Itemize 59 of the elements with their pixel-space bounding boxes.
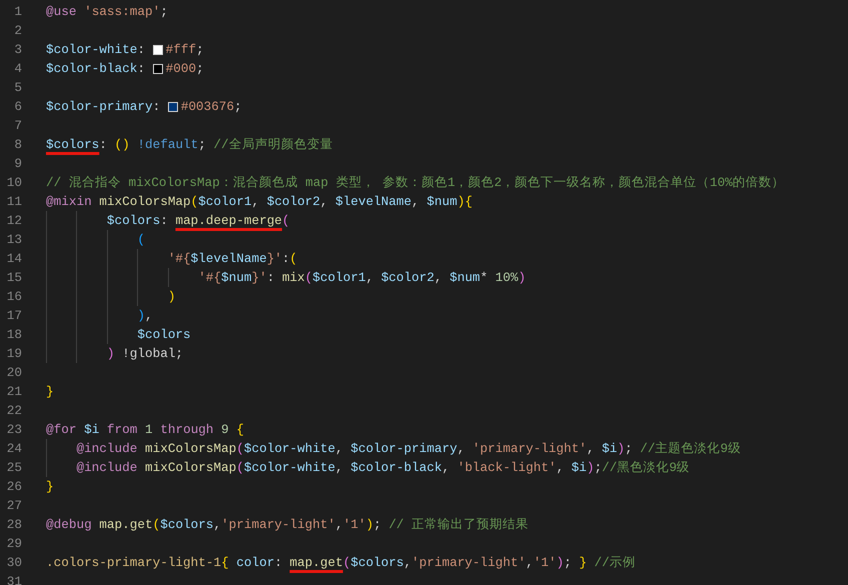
line-number: 27 xyxy=(6,498,22,513)
line-number: 17 xyxy=(6,308,22,323)
code-line: '#{$levelName}':( xyxy=(166,251,298,266)
code-line: ) xyxy=(166,289,176,304)
line-number: 6 xyxy=(13,99,22,114)
code-line: #000; xyxy=(166,61,204,76)
line-number: 22 xyxy=(6,403,22,418)
line-number: 5 xyxy=(13,80,22,95)
code-line: $colors: map.deep-merge( xyxy=(106,213,290,228)
line-number: 9 xyxy=(13,156,22,171)
line-number: 30 xyxy=(6,555,22,570)
code-line: @include mixColorsMap($color-white, $color-black, 'black-light', $i);//黑色淡化9级 xyxy=(75,459,690,476)
line-number: 15 xyxy=(6,270,22,285)
line-number: 7 xyxy=(13,118,22,133)
line-number: 10 xyxy=(6,175,22,190)
line-number: 25 xyxy=(6,460,22,475)
line-number: 14 xyxy=(6,251,22,266)
code-line: $color-primary: xyxy=(46,99,162,114)
line-number: 26 xyxy=(6,479,22,494)
code-line: $colors xyxy=(136,327,191,342)
line-number: 24 xyxy=(6,441,22,456)
line-number: 18 xyxy=(6,327,22,342)
line-number: 20 xyxy=(6,365,22,380)
line-number: 28 xyxy=(6,517,22,532)
line-number: 8 xyxy=(13,137,22,152)
line-number: 2 xyxy=(13,23,22,38)
code-line: @use 'sass:map'; xyxy=(46,4,168,19)
code-line: #fff; xyxy=(166,42,204,57)
code-line: } xyxy=(46,384,54,399)
line-number: 11 xyxy=(6,194,22,209)
code-line: ), xyxy=(136,308,153,323)
code-line: } xyxy=(46,479,54,494)
color-swatch-icon[interactable] xyxy=(168,102,178,112)
code-line: '#{$num}': mix($color1, $color2, $num* 10%) xyxy=(197,270,526,285)
code-line: ( xyxy=(136,232,145,247)
code-line: @mixin mixColorsMap($color1, $color2, $levelName, $num){ xyxy=(46,194,472,209)
line-number: 4 xyxy=(13,61,22,76)
color-swatch-icon[interactable] xyxy=(152,64,163,74)
code-line: $color-black: xyxy=(46,61,146,76)
code-line: @include mixColorsMap($color-white, $color-primary, 'primary-light', $i); //主题色淡化9级 xyxy=(75,440,741,457)
code-line: ) !global; xyxy=(106,346,184,361)
line-number: 3 xyxy=(13,42,22,57)
code-line: #003676; xyxy=(180,99,242,114)
code-line: .colors-primary-light-1{ color: map.get($colors,'primary-light','1'); } //示例 xyxy=(46,554,636,571)
line-number: 1 xyxy=(13,4,22,19)
color-swatch-icon[interactable] xyxy=(152,44,163,54)
code-line: $color-white: xyxy=(46,42,146,57)
code-line: // 混合指令 mixColorsMap：混合颜色成 map 类型， 参数：颜色1，颜色2，颜色下一级名称，颜色混合单位（10%的倍数） xyxy=(46,174,785,191)
line-number: 16 xyxy=(6,289,22,304)
code-line: @debug map.get($colors,'primary-light','1'); // 正常输出了预期结果 xyxy=(46,516,529,533)
line-number: 13 xyxy=(6,232,22,247)
code-line: @for $i from 1 through 9 { xyxy=(46,422,244,437)
line-number: 23 xyxy=(6,422,22,437)
line-number: 12 xyxy=(6,213,22,228)
line-number: 19 xyxy=(6,346,22,361)
line-number: 31 xyxy=(6,574,22,585)
line-number: 21 xyxy=(6,384,22,399)
line-number: 29 xyxy=(6,536,22,551)
code-line: $colors: () !default; //全局声明颜色变量 xyxy=(46,136,333,153)
